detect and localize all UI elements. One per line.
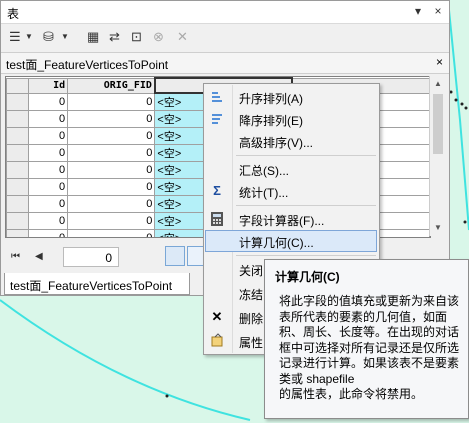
menu-item-label: 删除 [239, 312, 264, 326]
cell-id[interactable]: 0 [27, 144, 69, 162]
cell-id[interactable]: 0 [27, 92, 69, 111]
cell-orig-fid[interactable]: 0 [67, 161, 156, 179]
cell-id[interactable]: 0 [27, 178, 69, 196]
cell-orig-fid[interactable]: 0 [67, 229, 156, 237]
row-selector[interactable] [6, 144, 29, 162]
chevron-down-icon[interactable]: ▼ [25, 28, 33, 46]
cell-orig-fid[interactable]: 0 [67, 92, 156, 111]
menu-tooltip: 计算几何(C) 将此字段的值填充或更新为来自该表所代表的要素的几何值，如面积、周… [264, 259, 469, 419]
bottom-table-tab[interactable]: test面_FeatureVerticesToPoint [4, 273, 190, 295]
menu-item-label: 统计(T)... [239, 186, 289, 200]
clear-selection-button[interactable]: ⊡ [131, 28, 142, 46]
scroll-up-icon[interactable]: ▲ [430, 76, 446, 92]
menu-item-label: 升序排列(A) [239, 92, 303, 106]
cell-orig-fid[interactable]: 0 [67, 195, 156, 213]
scroll-thumb[interactable] [433, 94, 443, 154]
close-window-button[interactable]: × [431, 4, 445, 18]
row-selector[interactable] [6, 195, 29, 213]
menu-separator [236, 255, 376, 256]
menu-item-label: 字段计算器(F)... [239, 214, 325, 228]
menu-item-label: 降序排列(E) [239, 114, 303, 128]
menu-item-summarize[interactable]: 汇总(S)... [205, 158, 377, 180]
show-all-records-button[interactable] [165, 246, 185, 266]
row-selector[interactable] [6, 178, 29, 196]
scroll-down-icon[interactable]: ▼ [430, 220, 446, 236]
sort-descending-icon [209, 111, 225, 127]
sigma-icon: Σ [213, 183, 221, 198]
calculator-icon [209, 211, 225, 227]
menu-item-label: 关闭 [239, 264, 264, 278]
delete-selected-button[interactable]: ✕ [177, 28, 188, 46]
menu-item-sort-descending[interactable]: 降序排列(E) [205, 108, 377, 130]
menu-item-statistics[interactable]: Σ 统计(T)... [205, 180, 377, 202]
chevron-down-icon[interactable]: ▼ [61, 28, 69, 46]
menu-item-label: 计算几何(C)... [239, 236, 314, 250]
cell-id[interactable]: 0 [27, 212, 69, 230]
first-record-button[interactable]: ⏮ [11, 251, 20, 262]
close-tab-button[interactable]: × [436, 55, 443, 69]
menu-item-field-calculator[interactable]: 字段计算器(F)... [205, 208, 377, 230]
pin-window-button[interactable]: ▾ [411, 4, 425, 18]
select-by-attributes-button[interactable]: ▦ [87, 28, 99, 46]
zoom-to-selected-button[interactable]: ⊗ [153, 28, 164, 46]
table-options-button[interactable]: ☰ [9, 28, 21, 46]
menu-item-label: 汇总(S)... [239, 164, 289, 178]
vertical-scrollbar[interactable]: ▲ ▼ [429, 76, 446, 236]
cell-orig-fid[interactable]: 0 [67, 144, 156, 162]
column-header-id[interactable]: Id [27, 77, 69, 94]
cell-id[interactable]: 0 [27, 127, 69, 145]
row-selector[interactable] [6, 92, 29, 111]
row-selector[interactable] [6, 110, 29, 128]
menu-item-label: 高级排序(V)... [239, 136, 313, 150]
row-selector[interactable] [6, 127, 29, 145]
menu-item-label: 冻结 [239, 288, 264, 302]
window-titlebar[interactable]: 表 ▾ × [1, 1, 449, 24]
table-tab-title: test面_FeatureVerticesToPoint [6, 58, 169, 72]
row-selector-header[interactable] [6, 77, 29, 94]
properties-icon [209, 333, 225, 349]
cell-id[interactable]: 0 [27, 229, 69, 237]
cell-orig-fid[interactable]: 0 [67, 178, 156, 196]
menu-item-calculate-geometry[interactable]: 计算几何(C)... [205, 230, 377, 252]
menu-separator [236, 155, 376, 156]
cell-orig-fid[interactable]: 0 [67, 110, 156, 128]
cell-id[interactable]: 0 [27, 195, 69, 213]
menu-item-sort-ascending[interactable]: 升序排列(A) [205, 86, 377, 108]
delete-icon: ✕ [211, 309, 223, 324]
tooltip-title: 计算几何(C) [275, 270, 340, 284]
table-tab-header: test面_FeatureVerticesToPoint × [1, 52, 449, 74]
switch-selection-button[interactable]: ⇄ [109, 28, 120, 46]
cell-id[interactable]: 0 [27, 161, 69, 179]
cell-orig-fid[interactable]: 0 [67, 212, 156, 230]
related-tables-button[interactable]: ⛁ [43, 28, 54, 46]
sort-ascending-icon [209, 89, 225, 105]
tooltip-body: 将此字段的值填充或更新为来自该表所代表的要素的几何值，如面积、周长、长度等。在出… [279, 294, 460, 401]
record-number-field[interactable]: 0 [63, 247, 119, 267]
cell-orig-fid[interactable]: 0 [67, 127, 156, 145]
menu-item-advanced-sort[interactable]: 高级排序(V)... [205, 130, 377, 152]
window-title: 表 [7, 7, 20, 21]
row-selector[interactable] [6, 212, 29, 230]
cell-id[interactable]: 0 [27, 110, 69, 128]
menu-separator [236, 205, 376, 206]
column-header-orig-fid[interactable]: ORIG_FID [67, 77, 156, 94]
bottom-tab-label: test面_FeatureVerticesToPoint [10, 279, 173, 293]
table-toolbar: ☰ ▼ ⛁ ▼ ▦ ⇄ ⊡ ⊗ ✕ [1, 24, 449, 50]
previous-record-button[interactable]: ◀ [35, 251, 43, 262]
row-selector[interactable] [6, 229, 29, 237]
row-selector[interactable] [6, 161, 29, 179]
menu-item-label: 属性 [239, 336, 264, 350]
